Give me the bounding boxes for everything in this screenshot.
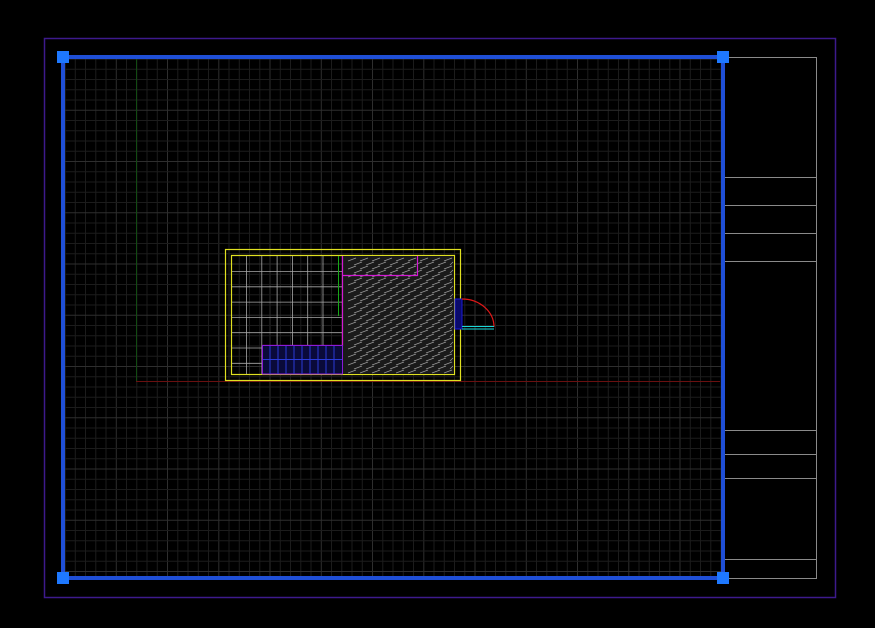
square-grip-icon[interactable] (57, 51, 69, 63)
hatched-floor[interactable] (343, 256, 454, 374)
square-grip-icon[interactable] (717, 51, 729, 63)
door-frame (454, 298, 463, 330)
title-block (723, 57, 817, 579)
square-grip-icon[interactable] (717, 572, 729, 584)
title-block-frame (723, 57, 817, 579)
cad-canvas[interactable] (0, 0, 875, 628)
door-swing-arc-icon (461, 298, 495, 328)
cad-viewport[interactable] (0, 0, 875, 628)
square-grip-icon[interactable] (57, 572, 69, 584)
staircase[interactable] (262, 345, 343, 375)
